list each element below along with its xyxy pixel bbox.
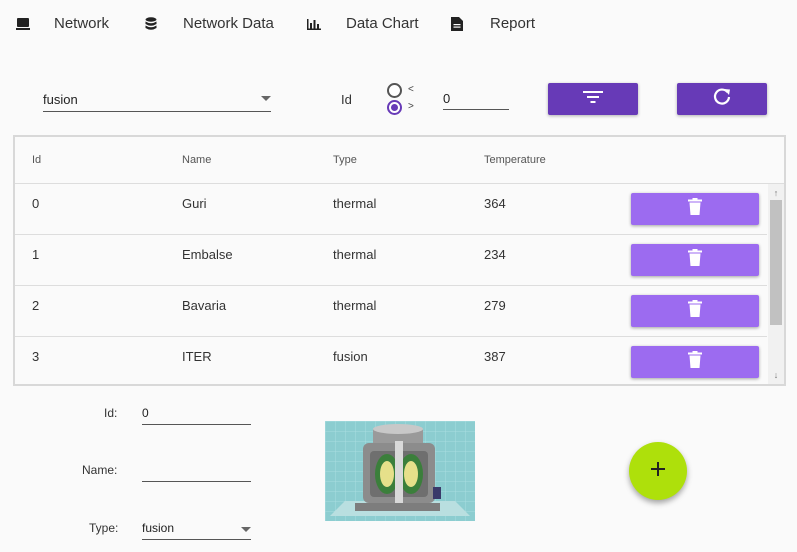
refresh-icon xyxy=(713,87,731,111)
greater-than-radio[interactable] xyxy=(387,100,402,115)
cell-id: 3 xyxy=(32,349,40,364)
scroll-thumb[interactable] xyxy=(770,200,782,325)
nav-label: Report xyxy=(490,15,536,32)
id-filter-label: Id xyxy=(341,92,352,107)
cell-temperature: 279 xyxy=(484,298,506,313)
type-filter-value: fusion xyxy=(43,92,78,107)
form-type-select[interactable]: fusion xyxy=(142,518,251,540)
filter-button[interactable] xyxy=(548,83,638,115)
delete-row-button[interactable] xyxy=(631,244,759,276)
trash-icon xyxy=(688,300,702,322)
type-filter-select[interactable]: fusion xyxy=(43,88,271,112)
chevron-down-icon xyxy=(241,527,251,532)
id-filter-input[interactable]: 0 xyxy=(443,88,509,110)
delete-row-button[interactable] xyxy=(631,346,759,378)
cell-name: Embalse xyxy=(182,247,233,262)
cell-id: 0 xyxy=(32,196,40,211)
delete-row-button[interactable] xyxy=(631,193,759,225)
cell-type: fusion xyxy=(333,349,368,364)
nav-label: Network xyxy=(54,15,110,32)
trash-icon xyxy=(688,351,702,373)
top-nav: Network Network Data Data Chart Report xyxy=(0,0,797,48)
header-temperature: Temperature xyxy=(484,154,546,166)
nav-item-network-data[interactable]: Network Data xyxy=(145,12,274,36)
chevron-down-icon xyxy=(261,96,271,101)
form-id-label: Id: xyxy=(104,406,118,420)
header-name: Name xyxy=(182,154,212,166)
cell-temperature: 364 xyxy=(484,196,506,211)
form-name-input[interactable] xyxy=(142,460,251,482)
form-type-value: fusion xyxy=(142,521,175,535)
filter-list-icon xyxy=(583,90,603,109)
table-scrollbar[interactable]: ↑ ↓ xyxy=(768,184,784,384)
header-id: Id xyxy=(32,154,42,166)
form-name-label: Name: xyxy=(82,463,118,477)
data-table: Id Name Type Temperature 0 Guri thermal … xyxy=(13,135,786,386)
nav-label: Data Chart xyxy=(346,15,419,32)
add-button[interactable] xyxy=(629,442,687,500)
cell-temperature: 234 xyxy=(484,247,506,262)
nav-label: Network Data xyxy=(183,15,274,32)
cell-type: thermal xyxy=(333,196,377,211)
cell-name: Guri xyxy=(182,196,207,211)
cell-name: Bavaria xyxy=(182,298,227,313)
scroll-up-arrow-icon[interactable]: ↑ xyxy=(768,186,784,200)
reactor-image xyxy=(325,421,475,521)
database-icon xyxy=(145,17,159,31)
header-type: Type xyxy=(333,154,357,166)
nav-item-network[interactable]: Network xyxy=(16,12,109,36)
cell-id: 2 xyxy=(32,298,40,313)
table-body: 0 Guri thermal 364 1 Embalse thermal 234… xyxy=(15,184,784,384)
scroll-down-arrow-icon[interactable]: ↓ xyxy=(768,368,784,382)
greater-than-label: > xyxy=(408,101,414,112)
cell-id: 1 xyxy=(32,247,40,262)
cell-type: thermal xyxy=(333,298,377,313)
delete-row-button[interactable] xyxy=(631,295,759,327)
less-than-label: < xyxy=(408,84,414,95)
refresh-button[interactable] xyxy=(677,83,767,115)
form-id-input[interactable]: 0 xyxy=(142,403,251,425)
bar-chart-icon xyxy=(307,17,321,31)
form-type-label: Type: xyxy=(89,521,119,535)
cell-type: thermal xyxy=(333,247,377,262)
table-row: 3 ITER fusion 387 xyxy=(15,337,767,384)
table-row: 2 Bavaria thermal 279 xyxy=(15,286,767,337)
cell-temperature: 387 xyxy=(484,349,506,364)
cell-name: ITER xyxy=(182,349,212,364)
document-icon xyxy=(451,17,465,31)
table-row: 1 Embalse thermal 234 xyxy=(15,235,767,286)
plus-icon xyxy=(651,461,665,481)
less-than-radio[interactable] xyxy=(387,83,402,98)
computer-icon xyxy=(16,17,30,31)
table-header: Id Name Type Temperature xyxy=(15,137,784,184)
nav-item-data-chart[interactable]: Data Chart xyxy=(307,12,419,36)
nav-item-report[interactable]: Report xyxy=(451,12,535,36)
trash-icon xyxy=(688,198,702,220)
table-row: 0 Guri thermal 364 xyxy=(15,184,767,235)
trash-icon xyxy=(688,249,702,271)
